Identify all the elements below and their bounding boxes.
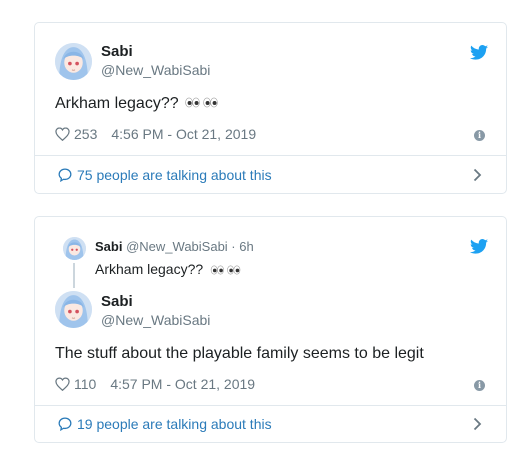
chevron-right-icon[interactable] bbox=[473, 417, 482, 431]
quoted-handle-time[interactable]: @New_WabiSabi · 6h bbox=[126, 239, 254, 254]
eyes-emoji-icon bbox=[209, 262, 243, 278]
tweet-meta: 110 4:57 PM - Oct 21, 2019 bbox=[55, 376, 255, 392]
thread-connector bbox=[73, 263, 75, 288]
quoted-avatar[interactable] bbox=[63, 237, 86, 260]
tweet-body: Arkham legacy?? bbox=[55, 95, 179, 113]
twitter-bird-icon[interactable] bbox=[470, 45, 488, 60]
like-count[interactable]: 110 bbox=[74, 376, 96, 392]
avatar[interactable] bbox=[55, 43, 92, 80]
like-count[interactable]: 253 bbox=[74, 126, 97, 142]
tweet-card[interactable]: Sabi @New_WabiSabi · 6h Arkham legacy?? bbox=[34, 216, 507, 443]
quoted-tweet-body: Arkham legacy?? bbox=[95, 261, 204, 277]
heart-icon[interactable] bbox=[55, 377, 70, 391]
author-handle[interactable]: @New_WabiSabi bbox=[101, 62, 210, 78]
heart-icon[interactable] bbox=[55, 127, 70, 141]
talking-link[interactable]: 75 people are talking about this bbox=[35, 155, 506, 194]
twitter-bird-icon[interactable] bbox=[470, 239, 488, 254]
quoted-author[interactable]: Sabi @New_WabiSabi · 6h bbox=[95, 239, 254, 254]
tweet-text: Arkham legacy?? bbox=[55, 95, 219, 113]
info-icon[interactable]: i bbox=[474, 380, 485, 391]
author-handle[interactable]: @New_WabiSabi bbox=[101, 312, 210, 328]
author-name[interactable]: Sabi bbox=[101, 293, 133, 310]
tweet-card[interactable]: Sabi @New_WabiSabi Arkham legacy?? 253 4… bbox=[34, 22, 507, 194]
talking-link[interactable]: 19 people are talking about this bbox=[35, 405, 506, 443]
talking-text[interactable]: 75 people are talking about this bbox=[77, 167, 272, 183]
timestamp[interactable]: 4:57 PM - Oct 21, 2019 bbox=[110, 376, 255, 392]
tweet-meta: 253 4:56 PM - Oct 21, 2019 bbox=[55, 126, 256, 142]
quoted-tweet-text: Arkham legacy?? bbox=[95, 261, 243, 278]
talking-text[interactable]: 19 people are talking about this bbox=[77, 416, 272, 432]
info-icon[interactable]: i bbox=[474, 130, 485, 141]
speech-bubble-icon bbox=[58, 168, 72, 182]
avatar[interactable] bbox=[55, 291, 92, 328]
author-name[interactable]: Sabi bbox=[101, 43, 133, 60]
eyes-emoji-icon bbox=[185, 95, 219, 113]
timestamp[interactable]: 4:56 PM - Oct 21, 2019 bbox=[111, 126, 256, 142]
quoted-author-name[interactable]: Sabi bbox=[95, 239, 122, 254]
tweet-text: The stuff about the playable family seem… bbox=[55, 345, 424, 362]
chevron-right-icon[interactable] bbox=[473, 168, 482, 182]
speech-bubble-icon bbox=[58, 417, 72, 431]
